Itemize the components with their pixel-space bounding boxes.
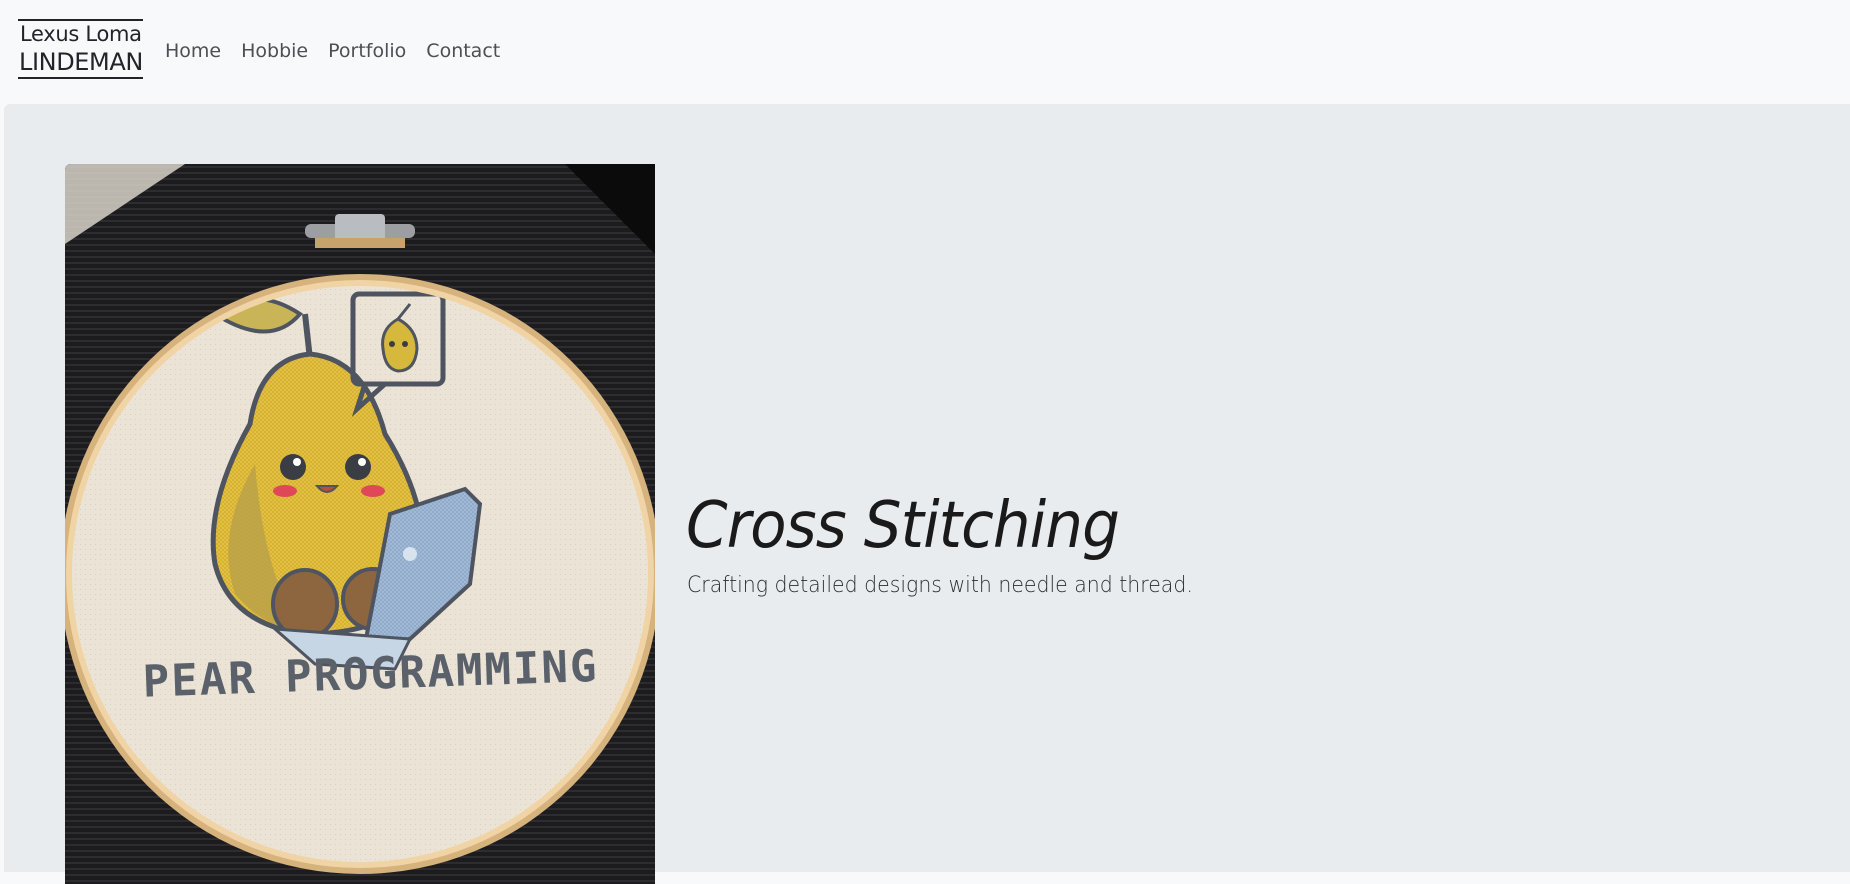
nav-link-contact[interactable]: Contact [426, 37, 500, 65]
brand-first-name: Lexus Loma [20, 22, 142, 46]
brand-last-name: LINDEMAN [19, 48, 143, 76]
brand-logo[interactable]: Lexus Loma LINDEMAN [18, 19, 143, 79]
nav-links: Home Hobbie Portfolio Contact [165, 37, 520, 65]
nav-link-portfolio[interactable]: Portfolio [328, 37, 406, 65]
hero-text-block: Cross Stitching Crafting detailed design… [686, 484, 1231, 602]
navbar: Lexus Loma LINDEMAN Home Hobbie Portfoli… [0, 0, 1850, 104]
page-title: Cross Stitching [686, 489, 1120, 563]
page-subtitle: Crafting detailed designs with needle an… [687, 573, 1193, 598]
nav-link-home[interactable]: Home [165, 37, 221, 65]
nav-link-hobbie[interactable]: Hobbie [241, 37, 308, 65]
cross-stitch-photo: PEAR PROGRAMMING [65, 164, 655, 884]
hero-section: PEAR PROGRAMMING Cross Stitching Craftin… [4, 104, 1850, 884]
